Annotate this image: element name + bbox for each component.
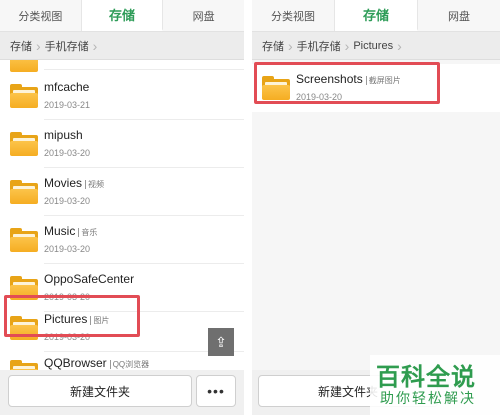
tab-bar: 分类视图 存储 网盘 [252, 0, 500, 32]
item-name: Music [44, 224, 76, 238]
tab-bar: 分类视图 存储 网盘 [0, 0, 244, 32]
breadcrumb-storage[interactable]: 存储 [258, 32, 288, 60]
item-name: mfcache [44, 80, 90, 94]
folder-icon [10, 180, 38, 204]
item-date: 2019-03-21 [44, 100, 91, 110]
list-item[interactable]: Music 音乐 2019-03-20 [0, 216, 244, 264]
right-file-manager-screen: 分类视图 存储 网盘 存储 › 手机存储 › Pictures › Screen… [252, 0, 500, 415]
watermark-title: 百科全说 [376, 364, 476, 391]
list-item[interactable]: 2019-03-21 [0, 60, 244, 72]
highlight-box [4, 295, 140, 337]
item-name: OppoSafeCenter [44, 272, 135, 286]
breadcrumb: 存储 › 手机存储 › Pictures › [252, 32, 500, 60]
item-name: QQBrowser [44, 356, 107, 370]
chevron-right-icon: › [397, 37, 402, 54]
folder-icon [10, 60, 38, 72]
file-list: Screenshots 截屏图片 2019-03-20 [252, 60, 500, 370]
list-item[interactable]: mipush 2019-03-20 [0, 120, 244, 168]
watermark-logo: 百科全说 助你轻松解决 [370, 355, 500, 415]
item-tag: 视频 [85, 180, 105, 189]
file-list: 2019-03-21 mfcache 2019-03-21 mipush 201… [0, 60, 244, 370]
tab-categories[interactable]: 分类视图 [252, 0, 335, 31]
folder-icon [10, 132, 38, 156]
watermark-subtitle: 助你轻松解决 [380, 390, 476, 406]
item-tag: 音乐 [78, 228, 98, 237]
item-name: Movies [44, 176, 83, 190]
item-tag: QQ浏览器 [109, 360, 150, 369]
list-item[interactable]: Movies 视频 2019-03-20 [0, 168, 244, 216]
breadcrumb-phone-storage[interactable]: 手机存储 [293, 32, 345, 60]
highlight-box [254, 62, 440, 104]
new-folder-button[interactable]: 新建文件夹 [8, 375, 192, 407]
folder-icon [10, 360, 38, 370]
left-file-manager-screen: 分类视图 存储 网盘 存储 › 手机存储 › 2019-03-21 mfcach… [0, 0, 244, 415]
more-options-button[interactable]: ••• [196, 375, 236, 407]
scroll-top-icon[interactable]: ⇪ [208, 328, 234, 356]
item-date: 2019-03-21 [44, 60, 90, 62]
chevron-right-icon: › [92, 37, 98, 54]
folder-icon [10, 228, 38, 252]
item-date: 2019-03-20 [44, 244, 91, 254]
item-date: 2019-03-20 [44, 148, 91, 158]
item-date: 2019-03-20 [44, 196, 91, 206]
tab-cloud[interactable]: 网盘 [418, 0, 500, 31]
breadcrumb: 存储 › 手机存储 › [0, 32, 244, 60]
tab-storage[interactable]: 存储 [335, 0, 418, 31]
folder-icon [10, 84, 38, 108]
bottom-action-bar: 新建文件夹 ••• [0, 370, 244, 415]
tab-storage[interactable]: 存储 [81, 0, 164, 31]
list-item[interactable]: mfcache 2019-03-21 [0, 72, 244, 120]
breadcrumb-phone-storage[interactable]: 手机存储 [41, 32, 93, 60]
tab-categories[interactable]: 分类视图 [0, 0, 82, 31]
breadcrumb-storage[interactable]: 存储 [6, 32, 36, 60]
tab-cloud[interactable]: 网盘 [163, 0, 244, 31]
item-name: mipush [44, 128, 83, 142]
breadcrumb-pictures[interactable]: Pictures [349, 32, 397, 60]
